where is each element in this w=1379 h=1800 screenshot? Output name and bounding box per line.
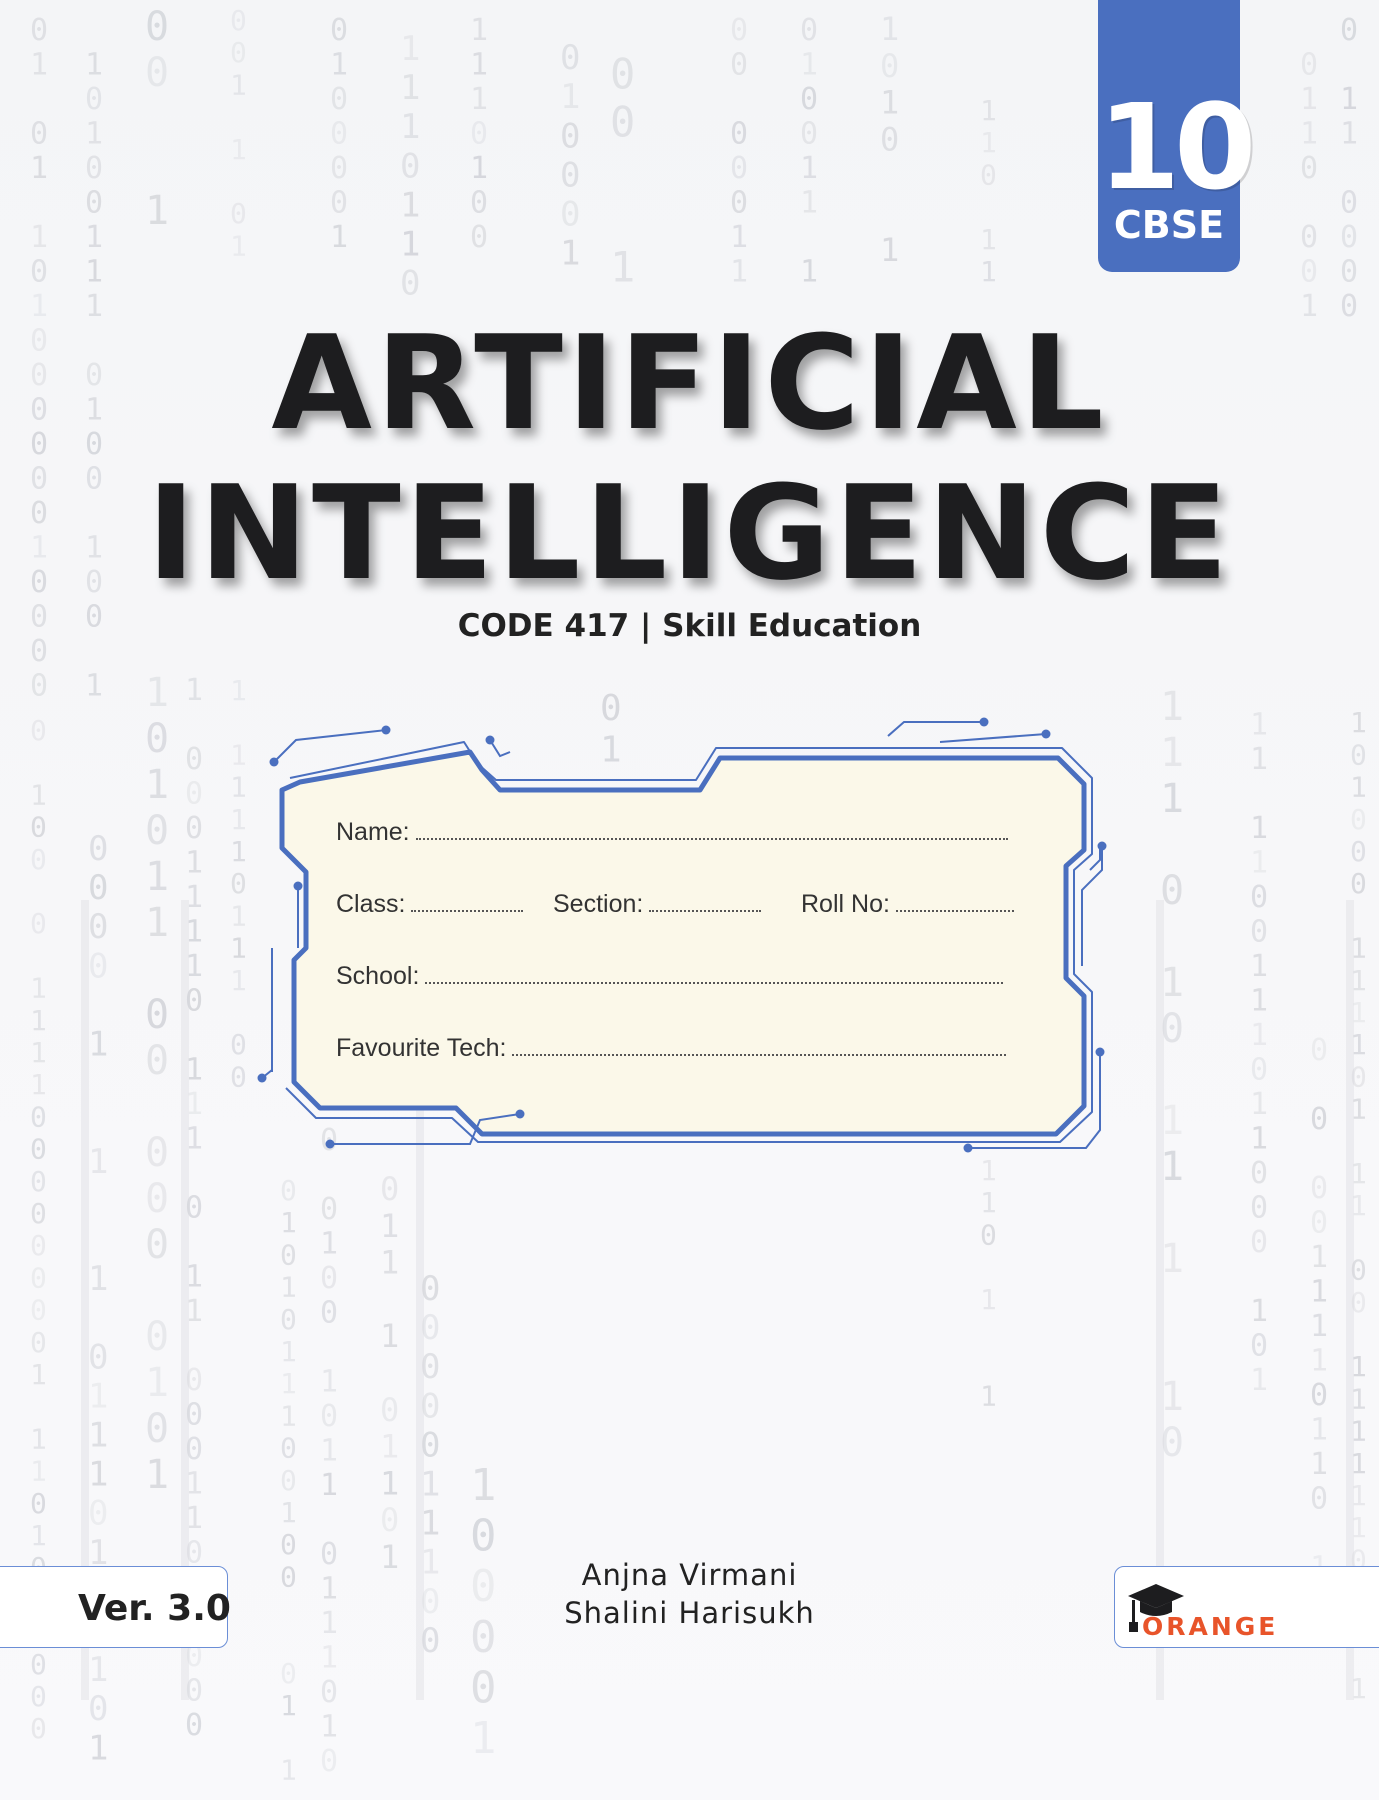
tech-field[interactable] [512,1032,1007,1056]
name-label: Name: [336,818,410,846]
section-label: Section: [553,890,644,918]
tech-label: Favourite Tech: [336,1034,507,1062]
class-row: Class: [336,888,524,919]
school-row: School: [336,960,1004,991]
roll-row: Roll No: [801,888,1014,919]
roll-label: Roll No: [801,890,890,918]
tech-row: Favourite Tech: [336,1032,1007,1063]
publisher-name: ORANGE [1142,1612,1279,1641]
frame-panel [279,749,1087,1137]
book-cover: 0101101000000100001010011101001001001001… [0,0,1379,1800]
class-field[interactable] [411,888,524,912]
class-label: Class: [336,890,406,918]
section-field[interactable] [649,888,762,912]
section-row: Section: [553,888,762,919]
name-row: Name: [336,816,1008,847]
name-field[interactable] [415,816,1008,840]
roll-field[interactable] [895,888,1014,912]
school-field[interactable] [425,960,1004,984]
school-label: School: [336,962,420,990]
